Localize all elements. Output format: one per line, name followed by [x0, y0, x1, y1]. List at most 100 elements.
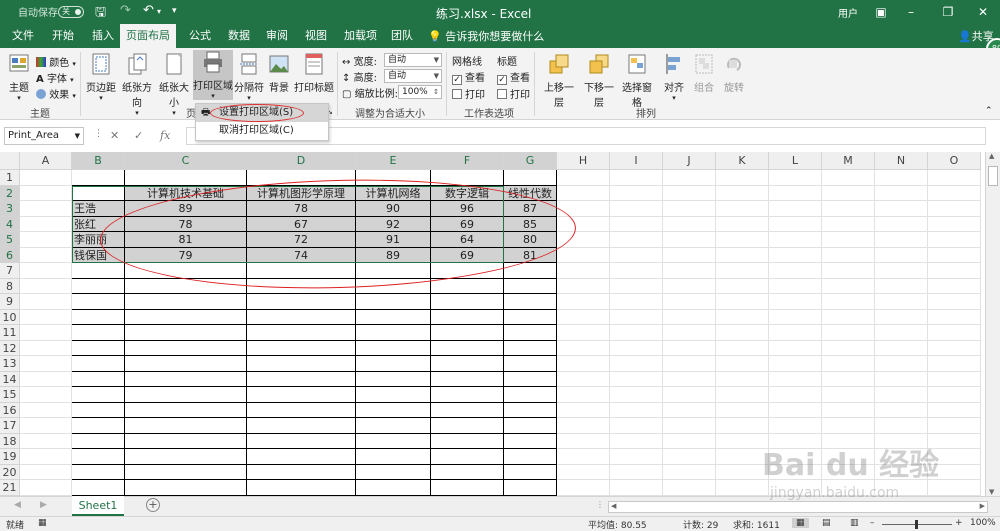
cell-j1[interactable]	[663, 170, 716, 186]
cell-n15[interactable]	[875, 387, 928, 403]
cell-a8[interactable]	[20, 278, 72, 294]
cell-e16[interactable]	[356, 402, 431, 418]
cell-a16[interactable]	[20, 402, 72, 418]
tell-me-search[interactable]: 💡 告诉我你想要做什么	[428, 28, 544, 44]
collapse-ribbon-icon[interactable]: ⌃	[985, 106, 993, 116]
cell-k4[interactable]	[716, 216, 769, 232]
send-backward-button[interactable]: 下移一层	[580, 52, 618, 109]
selection-pane-button[interactable]: 选择窗格	[618, 52, 656, 109]
cell-o5[interactable]	[928, 232, 981, 248]
cell-i16[interactable]	[610, 402, 663, 418]
cell-i5[interactable]	[610, 232, 663, 248]
row-header-3[interactable]: 3	[0, 201, 20, 217]
cell-m16[interactable]	[822, 402, 875, 418]
cell-o6[interactable]	[928, 247, 981, 263]
split-handle-icon[interactable]: ⋮	[596, 500, 604, 509]
cell-d13[interactable]	[247, 356, 356, 372]
cell-g16[interactable]	[504, 402, 557, 418]
column-header-k[interactable]: K	[716, 152, 769, 170]
undo-dropdown-icon[interactable]: ▾	[157, 7, 161, 16]
column-header-h[interactable]: H	[557, 152, 610, 170]
cell-k12[interactable]	[716, 340, 769, 356]
align-button[interactable]: 对齐 ▾	[660, 52, 688, 102]
cell-b12[interactable]	[72, 340, 125, 356]
cell-h19[interactable]	[557, 449, 610, 465]
add-sheet-icon[interactable]: +	[146, 498, 160, 512]
cell-e15[interactable]	[356, 387, 431, 403]
cell-j14[interactable]	[663, 371, 716, 387]
cell-g11[interactable]	[504, 325, 557, 341]
cell-l9[interactable]	[769, 294, 822, 310]
column-header-j[interactable]: J	[663, 152, 716, 170]
cell-d9[interactable]	[247, 294, 356, 310]
zoom-slider-thumb[interactable]	[915, 520, 918, 529]
cell-i14[interactable]	[610, 371, 663, 387]
bring-forward-button[interactable]: 上移一层	[540, 52, 578, 109]
cell-a14[interactable]	[20, 371, 72, 387]
customize-quick-access-icon[interactable]: ▾	[172, 6, 177, 16]
cell-h17[interactable]	[557, 418, 610, 434]
cell-i3[interactable]	[610, 201, 663, 217]
row-header-2[interactable]: 2	[0, 185, 20, 201]
cell-o14[interactable]	[928, 371, 981, 387]
cell-o11[interactable]	[928, 325, 981, 341]
previous-sheet-icon[interactable]: ◀	[14, 500, 21, 510]
cell-m5[interactable]	[822, 232, 875, 248]
cell-k8[interactable]	[716, 278, 769, 294]
headings-print-checkbox[interactable]: 打印	[497, 86, 530, 101]
insert-function-icon[interactable]: fx	[160, 129, 170, 142]
cell-c12[interactable]	[125, 340, 247, 356]
cell-c10[interactable]	[125, 309, 247, 325]
tab-review[interactable]: 审阅	[264, 24, 290, 48]
cell-e21[interactable]	[356, 480, 431, 496]
cell-o4[interactable]	[928, 216, 981, 232]
gridlines-print-checkbox[interactable]: 打印	[452, 86, 485, 101]
cell-l17[interactable]	[769, 418, 822, 434]
cell-d16[interactable]	[247, 402, 356, 418]
cell-i10[interactable]	[610, 309, 663, 325]
cell-f16[interactable]	[431, 402, 504, 418]
gridlines-view-checkbox[interactable]: ✓ 查看	[452, 69, 485, 85]
cell-h13[interactable]	[557, 356, 610, 372]
cell-e13[interactable]	[356, 356, 431, 372]
breaks-button[interactable]: 分隔符 ▾	[234, 52, 264, 102]
cell-i12[interactable]	[610, 340, 663, 356]
cell-m17[interactable]	[822, 418, 875, 434]
cell-m9[interactable]	[822, 294, 875, 310]
cell-n13[interactable]	[875, 356, 928, 372]
cell-k6[interactable]	[716, 247, 769, 263]
cell-b8[interactable]	[72, 278, 125, 294]
cell-a11[interactable]	[20, 325, 72, 341]
zoom-in-icon[interactable]: +	[955, 518, 963, 528]
cell-b16[interactable]	[72, 402, 125, 418]
cell-h10[interactable]	[557, 309, 610, 325]
cell-i6[interactable]	[610, 247, 663, 263]
scroll-left-icon[interactable]: ◀	[611, 502, 616, 510]
cell-a12[interactable]	[20, 340, 72, 356]
cell-c1[interactable]	[125, 170, 247, 186]
cell-l12[interactable]	[769, 340, 822, 356]
cell-k17[interactable]	[716, 418, 769, 434]
cell-i13[interactable]	[610, 356, 663, 372]
cell-a1[interactable]	[20, 170, 72, 186]
row-header-6[interactable]: 6	[0, 247, 20, 263]
cell-c21[interactable]	[125, 480, 247, 496]
row-header-20[interactable]: 20	[0, 464, 20, 480]
cell-o16[interactable]	[928, 402, 981, 418]
cell-m7[interactable]	[822, 263, 875, 279]
cell-a7[interactable]	[20, 263, 72, 279]
cell-g8[interactable]	[504, 278, 557, 294]
cell-b11[interactable]	[72, 325, 125, 341]
cell-h8[interactable]	[557, 278, 610, 294]
column-header-f[interactable]: F	[431, 152, 504, 170]
cell-a15[interactable]	[20, 387, 72, 403]
column-header-n[interactable]: N	[875, 152, 928, 170]
cell-b15[interactable]	[72, 387, 125, 403]
cell-n6[interactable]	[875, 247, 928, 263]
cell-m14[interactable]	[822, 371, 875, 387]
cell-j11[interactable]	[663, 325, 716, 341]
cell-l8[interactable]	[769, 278, 822, 294]
cell-n2[interactable]	[875, 185, 928, 201]
tab-formulas[interactable]: 公式	[187, 24, 213, 48]
row-header-4[interactable]: 4	[0, 216, 20, 232]
